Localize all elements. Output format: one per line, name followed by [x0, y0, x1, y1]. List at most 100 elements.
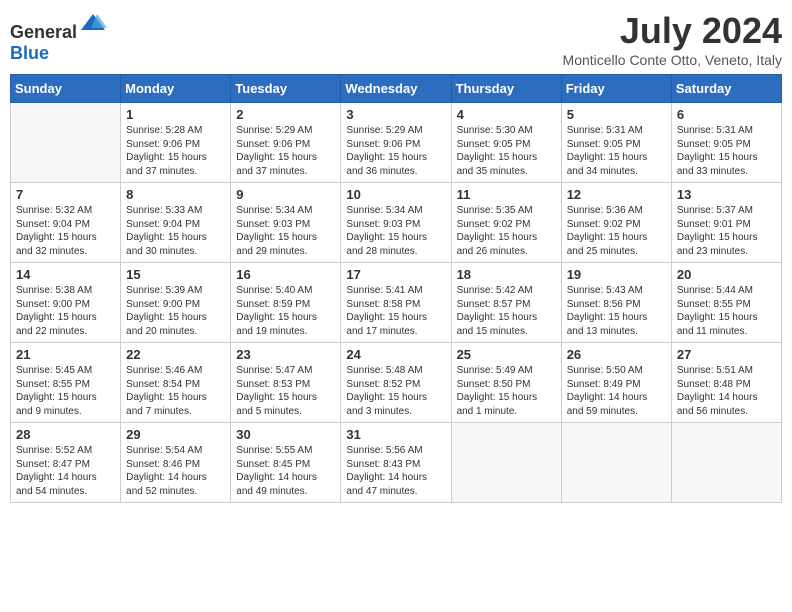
day-content: Sunrise: 5:50 AM Sunset: 8:49 PM Dayligh…	[567, 364, 666, 418]
logo-general: General	[10, 22, 77, 42]
day-number: 14	[16, 267, 115, 282]
calendar-cell: 18 Sunrise: 5:42 AM Sunset: 8:57 PM Dayli…	[451, 263, 561, 343]
calendar-cell: 15Sunrise: 5:39 AM Sunset: 9:00 PM Dayli…	[121, 263, 231, 343]
day-number: 5	[567, 107, 666, 122]
day-content: Sunrise: 5:41 AM Sunset: 8:58 PM Dayligh…	[346, 284, 445, 338]
calendar-week-row: 14 Sunrise: 5:38 AM Sunset: 9:00 PM Dayli…	[11, 263, 782, 343]
calendar-cell	[11, 103, 121, 183]
weekday-header-tuesday: Tuesday	[231, 75, 341, 103]
day-number: 7	[16, 187, 115, 202]
weekday-header-monday: Monday	[121, 75, 231, 103]
day-content: Sunrise: 5:47 AM Sunset: 8:53 PM Dayligh…	[236, 364, 335, 418]
calendar-cell: 6 Sunrise: 5:31 AM Sunset: 9:05 PM Daylig…	[671, 103, 781, 183]
day-content: Sunrise: 5:31 AM Sunset: 9:05 PM Dayligh…	[677, 124, 776, 178]
day-content: Sunrise: 5:51 AM Sunset: 8:48 PM Dayligh…	[677, 364, 776, 418]
day-content: Sunrise: 5:44 AM Sunset: 8:55 PM Dayligh…	[677, 284, 776, 338]
day-number: 21	[16, 347, 115, 362]
calendar-cell: 25Sunrise: 5:49 AM Sunset: 8:50 PM Dayli…	[451, 343, 561, 423]
day-content: Sunrise: 5:42 AM Sunset: 8:57 PM Dayligh…	[457, 284, 556, 338]
calendar-cell: 4 Sunrise: 5:30 AM Sunset: 9:05 PM Daylig…	[451, 103, 561, 183]
day-number: 28	[16, 427, 115, 442]
weekday-header-row: SundayMondayTuesdayWednesdayThursdayFrid…	[11, 75, 782, 103]
day-content: Sunrise: 5:30 AM Sunset: 9:05 PM Dayligh…	[457, 124, 556, 178]
day-number: 18	[457, 267, 556, 282]
day-number: 30	[236, 427, 335, 442]
day-number: 24	[346, 347, 445, 362]
day-number: 12	[567, 187, 666, 202]
calendar-cell: 5 Sunrise: 5:31 AM Sunset: 9:05 PM Daylig…	[561, 103, 671, 183]
calendar-week-row: 7 Sunrise: 5:32 AM Sunset: 9:04 PM Daylig…	[11, 183, 782, 263]
day-content: Sunrise: 5:40 AM Sunset: 8:59 PM Dayligh…	[236, 284, 335, 338]
day-number: 4	[457, 107, 556, 122]
calendar-cell	[561, 423, 671, 503]
location-subtitle: Monticello Conte Otto, Veneto, Italy	[563, 52, 782, 68]
day-content: Sunrise: 5:36 AM Sunset: 9:02 PM Dayligh…	[567, 204, 666, 258]
calendar-cell: 2 Sunrise: 5:29 AM Sunset: 9:06 PM Daylig…	[231, 103, 341, 183]
month-year-title: July 2024	[563, 10, 782, 52]
calendar-week-row: 1Sunrise: 5:28 AM Sunset: 9:06 PM Daylig…	[11, 103, 782, 183]
day-content: Sunrise: 5:37 AM Sunset: 9:01 PM Dayligh…	[677, 204, 776, 258]
day-content: Sunrise: 5:35 AM Sunset: 9:02 PM Dayligh…	[457, 204, 556, 258]
calendar-cell: 31Sunrise: 5:56 AM Sunset: 8:43 PM Dayli…	[341, 423, 451, 503]
calendar-cell: 28 Sunrise: 5:52 AM Sunset: 8:47 PM Dayli…	[11, 423, 121, 503]
day-number: 17	[346, 267, 445, 282]
calendar-cell: 7 Sunrise: 5:32 AM Sunset: 9:04 PM Daylig…	[11, 183, 121, 263]
logo-icon	[79, 10, 107, 38]
day-number: 19	[567, 267, 666, 282]
logo-text: General Blue	[10, 10, 107, 64]
day-number: 1	[126, 107, 225, 122]
logo: General Blue	[10, 10, 107, 64]
calendar-cell: 12 Sunrise: 5:36 AM Sunset: 9:02 PM Dayli…	[561, 183, 671, 263]
day-content: Sunrise: 5:29 AM Sunset: 9:06 PM Dayligh…	[236, 124, 335, 178]
day-number: 13	[677, 187, 776, 202]
day-number: 22	[126, 347, 225, 362]
day-content: Sunrise: 5:52 AM Sunset: 8:47 PM Dayligh…	[16, 444, 115, 498]
day-content: Sunrise: 5:32 AM Sunset: 9:04 PM Dayligh…	[16, 204, 115, 258]
day-content: Sunrise: 5:38 AM Sunset: 9:00 PM Dayligh…	[16, 284, 115, 338]
day-number: 15	[126, 267, 225, 282]
day-content: Sunrise: 5:29 AM Sunset: 9:06 PM Dayligh…	[346, 124, 445, 178]
day-number: 3	[346, 107, 445, 122]
title-block: July 2024 Monticello Conte Otto, Veneto,…	[563, 10, 782, 68]
day-number: 11	[457, 187, 556, 202]
day-number: 10	[346, 187, 445, 202]
day-number: 29	[126, 427, 225, 442]
day-number: 6	[677, 107, 776, 122]
day-number: 27	[677, 347, 776, 362]
day-number: 26	[567, 347, 666, 362]
day-content: Sunrise: 5:34 AM Sunset: 9:03 PM Dayligh…	[346, 204, 445, 258]
day-content: Sunrise: 5:48 AM Sunset: 8:52 PM Dayligh…	[346, 364, 445, 418]
day-number: 2	[236, 107, 335, 122]
day-number: 23	[236, 347, 335, 362]
calendar-cell: 14 Sunrise: 5:38 AM Sunset: 9:00 PM Dayli…	[11, 263, 121, 343]
calendar-cell: 17 Sunrise: 5:41 AM Sunset: 8:58 PM Dayli…	[341, 263, 451, 343]
day-content: Sunrise: 5:34 AM Sunset: 9:03 PM Dayligh…	[236, 204, 335, 258]
day-content: Sunrise: 5:33 AM Sunset: 9:04 PM Dayligh…	[126, 204, 225, 258]
calendar-cell: 26 Sunrise: 5:50 AM Sunset: 8:49 PM Dayli…	[561, 343, 671, 423]
calendar-cell: 10 Sunrise: 5:34 AM Sunset: 9:03 PM Dayli…	[341, 183, 451, 263]
calendar-cell: 21Sunrise: 5:45 AM Sunset: 8:55 PM Dayli…	[11, 343, 121, 423]
day-content: Sunrise: 5:31 AM Sunset: 9:05 PM Dayligh…	[567, 124, 666, 178]
calendar-cell: 11 Sunrise: 5:35 AM Sunset: 9:02 PM Dayli…	[451, 183, 561, 263]
calendar-cell: 3 Sunrise: 5:29 AM Sunset: 9:06 PM Daylig…	[341, 103, 451, 183]
day-content: Sunrise: 5:43 AM Sunset: 8:56 PM Dayligh…	[567, 284, 666, 338]
logo-blue: Blue	[10, 43, 49, 63]
weekday-header-thursday: Thursday	[451, 75, 561, 103]
calendar-cell: 27 Sunrise: 5:51 AM Sunset: 8:48 PM Dayli…	[671, 343, 781, 423]
calendar-cell: 23 Sunrise: 5:47 AM Sunset: 8:53 PM Dayli…	[231, 343, 341, 423]
calendar-cell: 16Sunrise: 5:40 AM Sunset: 8:59 PM Dayli…	[231, 263, 341, 343]
calendar-cell: 19 Sunrise: 5:43 AM Sunset: 8:56 PM Dayli…	[561, 263, 671, 343]
calendar-cell: 30Sunrise: 5:55 AM Sunset: 8:45 PM Dayli…	[231, 423, 341, 503]
weekday-header-wednesday: Wednesday	[341, 75, 451, 103]
day-number: 20	[677, 267, 776, 282]
calendar-cell: 24 Sunrise: 5:48 AM Sunset: 8:52 PM Dayli…	[341, 343, 451, 423]
calendar-cell: 22 Sunrise: 5:46 AM Sunset: 8:54 PM Dayli…	[121, 343, 231, 423]
calendar-cell: 8Sunrise: 5:33 AM Sunset: 9:04 PM Daylig…	[121, 183, 231, 263]
calendar-cell: 20 Sunrise: 5:44 AM Sunset: 8:55 PM Dayli…	[671, 263, 781, 343]
day-content: Sunrise: 5:46 AM Sunset: 8:54 PM Dayligh…	[126, 364, 225, 418]
calendar-cell: 29 Sunrise: 5:54 AM Sunset: 8:46 PM Dayli…	[121, 423, 231, 503]
calendar-cell: 1Sunrise: 5:28 AM Sunset: 9:06 PM Daylig…	[121, 103, 231, 183]
day-content: Sunrise: 5:54 AM Sunset: 8:46 PM Dayligh…	[126, 444, 225, 498]
calendar-week-row: 28 Sunrise: 5:52 AM Sunset: 8:47 PM Dayli…	[11, 423, 782, 503]
day-number: 31	[346, 427, 445, 442]
